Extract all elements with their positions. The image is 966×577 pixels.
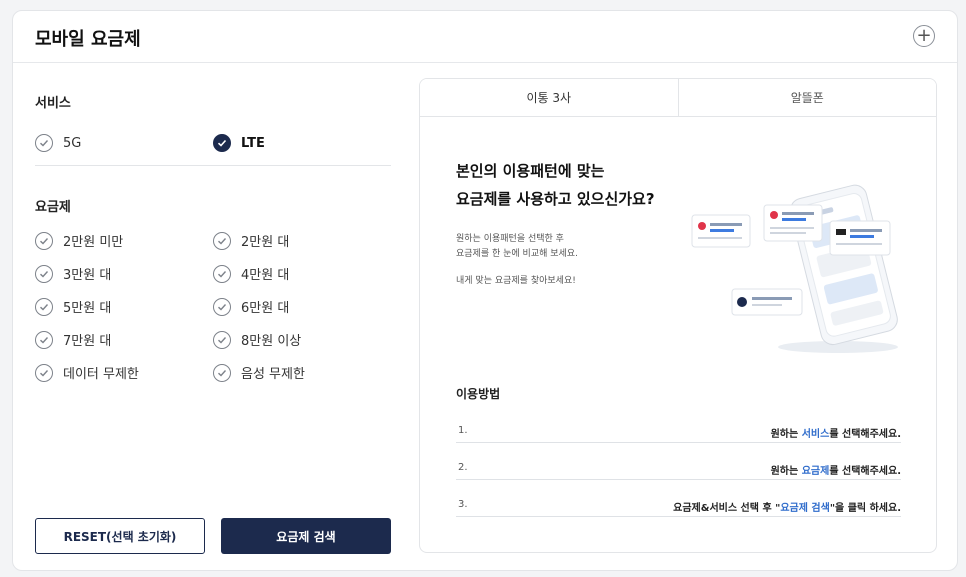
page-title: 모바일 요금제: [35, 29, 141, 50]
option-label: 8만원 이상: [241, 334, 302, 349]
step-text-post: "을 클릭 하세요.: [829, 503, 901, 514]
step-text-pre: 원하는: [770, 429, 802, 440]
tab-mvno[interactable]: 알뜰폰: [677, 79, 936, 117]
step-highlight: 요금제 검색: [780, 503, 830, 514]
section-divider: [35, 165, 391, 166]
check-circle-icon: [213, 330, 231, 349]
option-label: 2만원 미만: [63, 235, 124, 250]
check-circle-icon: [213, 264, 231, 283]
info-headline: 본인의 이용패턴에 맞는 요금제를 사용하고 있으신가요?: [456, 157, 655, 213]
option-label: 3만원 대: [63, 268, 112, 283]
plan-option[interactable]: 음성 무제한: [213, 363, 305, 382]
plan-option[interactable]: 2만원 대: [213, 231, 289, 250]
step-number: 1.: [458, 425, 468, 436]
plan-section-title: 요금제: [35, 200, 71, 215]
option-label: 5G: [63, 135, 82, 151]
check-circle-icon: [213, 297, 231, 316]
option-label: 음성 무제한: [241, 367, 305, 382]
usage-step: 1. 원하는 서비스를 선택해주세요.: [456, 419, 901, 443]
mobile-plan-card: 모바일 요금제 + 서비스 5G LTE 요금제 2만원 미만 2만원 대 3만…: [12, 10, 958, 571]
option-label: 6만원 대: [241, 301, 290, 316]
option-label: 4만원 대: [241, 268, 290, 283]
check-circle-icon: [213, 231, 231, 250]
step-highlight: 요금제: [801, 466, 830, 477]
step-text-pre: 원하는: [770, 466, 802, 477]
card-header: 모바일 요금제 +: [13, 11, 957, 63]
check-circle-icon: [35, 134, 53, 152]
reset-button[interactable]: RESET(선택 초기화): [35, 518, 205, 554]
plan-option[interactable]: 6만원 대: [213, 297, 289, 316]
step-text-pre: 요금제&서비스 선택 후 ": [673, 503, 781, 514]
option-label: 데이터 무제한: [63, 367, 139, 382]
carrier-tabs: 이통 3사 알뜰폰: [420, 79, 936, 117]
option-label: LTE: [241, 135, 265, 151]
option-label: 2만원 대: [241, 235, 290, 250]
usage-step: 3. 요금제&서비스 선택 후 "요금제 검색"을 클릭 하세요.: [456, 493, 901, 517]
phone-plan-illustration: [691, 184, 898, 353]
service-option-5g[interactable]: 5G: [35, 134, 81, 152]
step-number: 2.: [458, 462, 468, 473]
plan-option[interactable]: 데이터 무제한: [35, 363, 139, 382]
service-option-lte[interactable]: LTE: [213, 134, 265, 152]
plan-option[interactable]: 2만원 미만: [35, 231, 123, 250]
plan-option[interactable]: 8만원 이상: [213, 330, 301, 349]
info-cta-text: 내게 맞는 요금제를 찾아보세요!: [456, 276, 576, 286]
desc-line-1: 원하는 이용패턴을 선택한 후: [456, 234, 564, 244]
expand-plus-icon[interactable]: +: [913, 25, 935, 47]
step-text: 요금제&서비스 선택 후 "요금제 검색"을 클릭 하세요.: [673, 499, 901, 514]
check-circle-icon: [35, 330, 53, 349]
check-circle-filled-icon: [213, 134, 231, 152]
usage-title: 이용방법: [456, 387, 501, 401]
step-highlight: 서비스: [801, 429, 830, 440]
check-circle-icon: [35, 264, 53, 283]
filter-panel: 서비스 5G LTE 요금제 2만원 미만 2만원 대 3만원 대 4만원 대: [35, 77, 391, 557]
usage-step: 2. 원하는 요금제를 선택해주세요.: [456, 456, 901, 480]
step-text: 원하는 서비스를 선택해주세요.: [771, 425, 901, 440]
headline-line-1: 본인의 이용패턴에 맞는: [456, 162, 605, 180]
headline-line-2: 요금제를 사용하고 있으신가요?: [456, 190, 655, 208]
plan-option[interactable]: 3만원 대: [35, 264, 111, 283]
step-text: 원하는 요금제를 선택해주세요.: [771, 462, 901, 477]
check-circle-icon: [35, 363, 53, 382]
plan-option[interactable]: 7만원 대: [35, 330, 111, 349]
option-label: 5만원 대: [63, 301, 112, 316]
info-panel: 이통 3사 알뜰폰 본인의 이용패턴에 맞는 요금제를 사용하고 있으신가요? …: [419, 78, 937, 553]
check-circle-icon: [35, 297, 53, 316]
option-label: 7만원 대: [63, 334, 112, 349]
search-plan-button[interactable]: 요금제 검색: [221, 518, 391, 554]
tab-big3-carriers[interactable]: 이통 3사: [420, 79, 678, 117]
step-text-post: 를 선택해주세요.: [829, 429, 901, 440]
check-circle-icon: [35, 231, 53, 250]
step-number: 3.: [458, 499, 468, 510]
step-text-post: 를 선택해주세요.: [829, 466, 901, 477]
desc-line-2: 요금제를 한 눈에 비교해 보세요.: [456, 249, 578, 259]
info-description: 원하는 이용패턴을 선택한 후 요금제를 한 눈에 비교해 보세요.: [456, 232, 578, 262]
check-circle-icon: [213, 363, 231, 382]
plan-option[interactable]: 5만원 대: [35, 297, 111, 316]
plan-option[interactable]: 4만원 대: [213, 264, 289, 283]
service-section-title: 서비스: [35, 96, 71, 111]
